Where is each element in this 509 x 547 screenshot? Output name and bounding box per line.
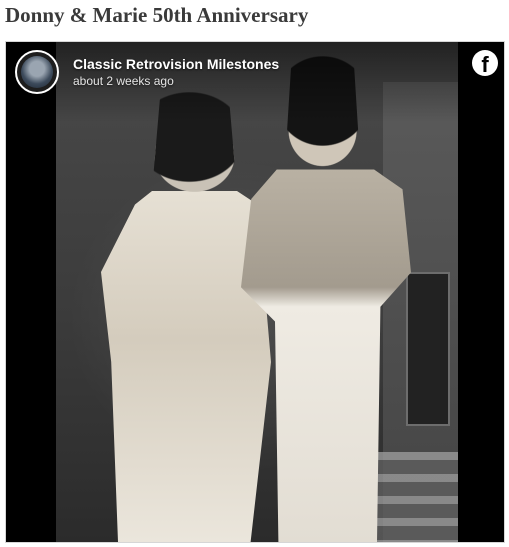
avatar[interactable]: [15, 50, 59, 94]
performer-left: [101, 92, 271, 542]
facebook-embed[interactable]: Classic Retrovision Milestones about 2 w…: [5, 41, 505, 543]
facebook-icon[interactable]: f: [472, 50, 498, 77]
facebook-glyph: f: [481, 52, 489, 77]
avatar-image: [21, 56, 53, 88]
page-name-link[interactable]: Classic Retrovision Milestones: [73, 56, 279, 72]
article-title: Donny & Marie 50th Anniversary: [5, 3, 309, 27]
amplifier: [406, 272, 450, 426]
post-timestamp[interactable]: about 2 weeks ago: [73, 74, 174, 88]
post-header: Classic Retrovision Milestones about 2 w…: [6, 42, 504, 122]
